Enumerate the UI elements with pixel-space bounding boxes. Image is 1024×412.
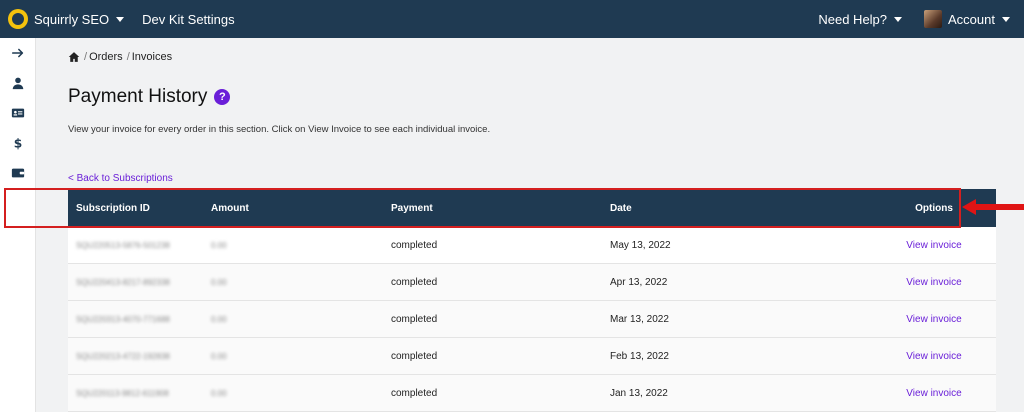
payment-date: Jan 13, 2022 bbox=[610, 387, 668, 399]
sidebar: $ bbox=[0, 38, 36, 412]
squirrly-logo-icon bbox=[8, 9, 28, 29]
header-payment: Payment bbox=[391, 202, 433, 214]
header-subscription-id: Subscription ID bbox=[76, 202, 150, 214]
payment-status: completed bbox=[391, 387, 438, 399]
table-header: Subscription ID Amount Payment Date Opti… bbox=[68, 189, 996, 227]
back-to-subscriptions-link[interactable]: < Back to Subscriptions bbox=[68, 173, 173, 184]
account-menu[interactable]: Account bbox=[924, 10, 1010, 28]
payment-history-table: Subscription ID Amount Payment Date Opti… bbox=[68, 189, 996, 412]
sidebar-item-account[interactable] bbox=[0, 68, 36, 98]
payment-status: completed bbox=[391, 350, 438, 362]
help-icon[interactable]: ? bbox=[214, 89, 231, 105]
page-header: Payment History ? bbox=[68, 86, 231, 108]
need-help-menu[interactable]: Need Help? bbox=[818, 11, 903, 27]
payment-status: completed bbox=[391, 313, 438, 325]
payment-date: May 13, 2022 bbox=[610, 239, 671, 251]
subscription-id: SQU220513-5876-501238 bbox=[76, 240, 170, 250]
amount: 0.00 bbox=[211, 314, 227, 324]
sidebar-item-payments[interactable] bbox=[0, 158, 36, 188]
header-amount: Amount bbox=[211, 202, 249, 214]
need-help-label: Need Help? bbox=[818, 11, 888, 27]
view-invoice-link[interactable]: View invoice bbox=[906, 314, 961, 325]
brand-menu[interactable]: Squirrly SEO bbox=[8, 9, 125, 29]
table-row: SQU220413-8217-892338 0.00 completed Apr… bbox=[68, 264, 996, 301]
top-navigation-bar: Squirrly SEO Dev Kit Settings Need Help?… bbox=[0, 0, 1024, 38]
view-invoice-link[interactable]: View invoice bbox=[906, 351, 961, 362]
user-icon bbox=[12, 77, 24, 90]
arrow-right-icon bbox=[11, 48, 24, 58]
subscription-id: SQU220213-4722-192838 bbox=[76, 351, 170, 361]
dollar-icon: $ bbox=[14, 136, 23, 150]
brand-name: Squirrly SEO bbox=[34, 11, 110, 27]
subscription-id: SQU220313-4070-771688 bbox=[76, 314, 170, 324]
amount: 0.00 bbox=[211, 277, 227, 287]
dev-kit-settings-link[interactable]: Dev Kit Settings bbox=[142, 12, 235, 27]
home-icon[interactable] bbox=[68, 51, 80, 63]
subscription-id: SQU220413-8217-892338 bbox=[76, 277, 170, 287]
breadcrumb: / Orders / Invoices bbox=[68, 51, 172, 63]
payment-date: Apr 13, 2022 bbox=[610, 276, 668, 288]
chevron-down-icon bbox=[894, 16, 903, 22]
page-description: View your invoice for every order in thi… bbox=[68, 124, 491, 135]
table-row: SQU220313-4070-771688 0.00 completed Mar… bbox=[68, 301, 996, 338]
payment-date: Feb 13, 2022 bbox=[610, 350, 669, 362]
pointer-arrow-icon bbox=[962, 199, 1024, 215]
view-invoice-link[interactable]: View invoice bbox=[906, 388, 961, 399]
id-card-icon bbox=[11, 108, 25, 118]
table-row: SQU220513-5876-501238 0.00 completed May… bbox=[68, 227, 996, 264]
sidebar-expand-button[interactable] bbox=[0, 38, 36, 68]
amount: 0.00 bbox=[211, 351, 227, 361]
amount: 0.00 bbox=[211, 240, 227, 250]
breadcrumb-orders[interactable]: Orders bbox=[89, 51, 123, 63]
payment-status: completed bbox=[391, 276, 438, 288]
view-invoice-link[interactable]: View invoice bbox=[906, 240, 961, 251]
payment-status: completed bbox=[391, 239, 438, 251]
header-date: Date bbox=[610, 202, 632, 214]
avatar bbox=[924, 10, 943, 28]
table-row: SQU220213-4722-192838 0.00 completed Feb… bbox=[68, 338, 996, 375]
breadcrumb-invoices: Invoices bbox=[131, 51, 173, 63]
payment-date: Mar 13, 2022 bbox=[610, 313, 669, 325]
page-title: Payment History bbox=[68, 86, 208, 107]
main-content: / Orders / Invoices Payment History ? Vi… bbox=[36, 38, 1024, 412]
chevron-down-icon bbox=[116, 16, 125, 22]
chevron-down-icon bbox=[1002, 16, 1010, 22]
table-row: SQU220113-9812-611908 0.00 completed Jan… bbox=[68, 375, 996, 412]
svg-text:$: $ bbox=[14, 136, 23, 150]
sidebar-item-license[interactable] bbox=[0, 98, 36, 128]
amount: 0.00 bbox=[211, 388, 227, 398]
sidebar-item-billing[interactable]: $ bbox=[0, 128, 36, 158]
view-invoice-link[interactable]: View invoice bbox=[906, 277, 961, 288]
account-label: Account bbox=[948, 11, 995, 27]
wallet-icon bbox=[11, 168, 25, 178]
subscription-id: SQU220113-9812-611908 bbox=[76, 388, 169, 398]
